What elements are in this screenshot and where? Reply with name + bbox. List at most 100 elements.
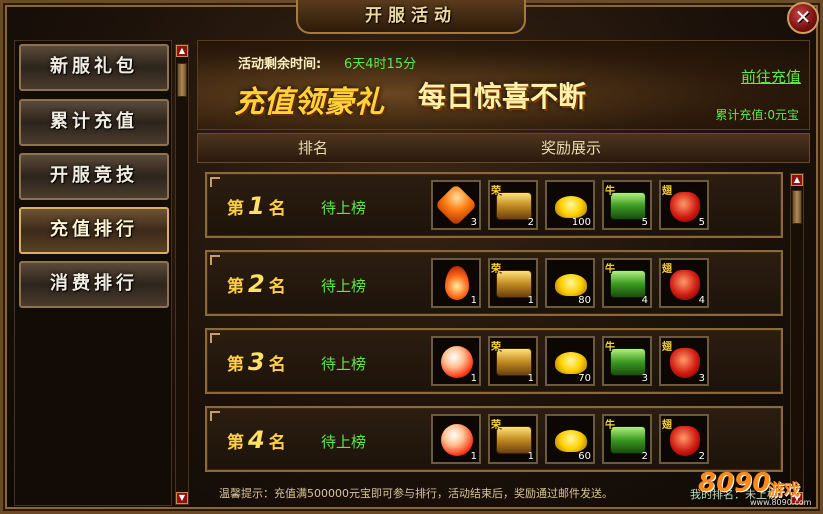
reward-item[interactable]: 牛3 <box>602 336 652 386</box>
gold-chest-icon <box>496 270 532 298</box>
rank-prefix: 第 <box>227 277 244 297</box>
gold-chest-icon <box>496 192 532 220</box>
slogan-sub: 每日惊喜不断 <box>418 80 587 113</box>
glow-orb-icon <box>441 424 473 456</box>
item-count: 2 <box>527 217 534 228</box>
watermark-number: 8090 <box>698 468 771 498</box>
item-count: 1 <box>527 451 534 462</box>
green-chest-icon <box>610 348 646 376</box>
scroll-down-icon[interactable]: ▼ <box>176 492 188 504</box>
reward-item[interactable]: 翅5 <box>659 180 709 230</box>
item-count: 3 <box>641 373 648 384</box>
rank-number: 1 <box>248 192 265 220</box>
gold-chest-icon <box>496 348 532 376</box>
reward-item[interactable]: 70 <box>545 336 595 386</box>
scroll-thumb[interactable] <box>792 190 802 224</box>
reward-item[interactable]: 荣1 <box>488 414 538 464</box>
reward-item[interactable]: 牛2 <box>602 414 652 464</box>
rank-status: 待上榜 <box>321 277 367 295</box>
red-pouch-icon <box>670 270 700 300</box>
reward-item[interactable]: 荣1 <box>488 258 538 308</box>
list-scrollbar[interactable]: ▲ ▼ <box>790 173 804 505</box>
rank-status: 待上榜 <box>321 433 367 451</box>
item-tag: 翅 <box>662 264 672 275</box>
row-corner-ornament <box>210 333 220 343</box>
reward-item[interactable]: 3 <box>431 180 481 230</box>
green-chest-icon <box>610 192 646 220</box>
rank-label: 第3名 <box>227 348 286 376</box>
green-chest-icon <box>610 426 646 454</box>
goto-recharge-link[interactable]: 前往充值 <box>741 66 801 87</box>
reward-item[interactable]: 100 <box>545 180 595 230</box>
watermark-game: 游戏 <box>768 480 801 499</box>
reward-item[interactable]: 翅4 <box>659 258 709 308</box>
sidebar-scrollbar[interactable]: ▲ ▼ <box>175 44 189 505</box>
hint-text: 温馨提示：充值满500000元宝即可参与排行，活动结束后，奖励通过邮件发送。 <box>219 487 613 500</box>
rank-label: 第4名 <box>227 426 286 454</box>
scroll-up-icon[interactable]: ▲ <box>176 45 188 57</box>
sidebar-item-new-server-pack[interactable]: 新服礼包 <box>19 44 169 91</box>
rank-number: 2 <box>248 270 265 298</box>
reward-item[interactable]: 1 <box>431 414 481 464</box>
reward-item[interactable]: 荣2 <box>488 180 538 230</box>
item-count: 1 <box>527 373 534 384</box>
rank-status: 待上榜 <box>321 355 367 373</box>
gold-ingot-icon <box>555 430 587 452</box>
item-tag: 牛 <box>605 186 615 197</box>
reward-item[interactable]: 80 <box>545 258 595 308</box>
close-button[interactable]: ✕ <box>787 2 819 34</box>
item-tag: 翅 <box>662 186 672 197</box>
rank-suffix: 名 <box>268 199 286 219</box>
item-count: 4 <box>698 295 705 306</box>
item-count: 3 <box>470 217 477 228</box>
item-tag: 翅 <box>662 420 672 431</box>
sidebar: 新服礼包 累计充值 开服竞技 充值排行 消费排行 <box>14 40 172 506</box>
gold-ingot-icon <box>555 352 587 374</box>
item-tag: 荣 <box>491 186 501 197</box>
gold-ingot-icon <box>555 274 587 296</box>
red-pouch-icon <box>670 426 700 456</box>
rank-row-3: 第 3 名待上榜 1 荣 1 70 牛 3 翅 3 <box>205 328 783 394</box>
countdown-label: 活动剩余时间: <box>238 57 322 72</box>
column-reward: 奖励展示 <box>541 139 602 157</box>
item-tag: 荣 <box>491 264 501 275</box>
rank-row-1: 第 1 名待上榜 3 荣 2 100 牛 5 翅 5 <box>205 172 783 238</box>
event-banner: 活动剩余时间: 6天4时15分 充值领豪礼 每日惊喜不断 前往充值 累计充值:0… <box>197 40 810 130</box>
glow-orb-icon <box>441 346 473 378</box>
scroll-up-icon[interactable]: ▲ <box>791 174 803 186</box>
sidebar-item-consumption-ranking[interactable]: 消费排行 <box>19 261 169 308</box>
window-title: 开服活动 <box>296 0 526 34</box>
countdown-value: 6天4时15分 <box>344 57 417 72</box>
rank-prefix: 第 <box>227 433 244 453</box>
item-count: 2 <box>641 451 648 462</box>
item-count: 1 <box>470 373 477 384</box>
scroll-thumb[interactable] <box>177 63 187 97</box>
item-count: 2 <box>698 451 705 462</box>
rank-row-2: 第 2 名待上榜 1 荣 1 80 牛 4 翅 4 <box>205 250 783 316</box>
rank-number: 3 <box>248 348 265 376</box>
rank-suffix: 名 <box>268 433 286 453</box>
sidebar-item-cumulative-recharge[interactable]: 累计充值 <box>19 99 169 146</box>
sidebar-item-recharge-ranking[interactable]: 充值排行 <box>19 207 169 254</box>
reward-item[interactable]: 翅2 <box>659 414 709 464</box>
slogan-main: 充值领豪礼 <box>234 85 384 120</box>
rank-label: 第1名 <box>227 192 286 220</box>
item-tag: 荣 <box>491 342 501 353</box>
item-count: 60 <box>578 451 591 462</box>
row-corner-ornament <box>210 411 220 421</box>
reward-item[interactable]: 牛5 <box>602 180 652 230</box>
reward-item[interactable]: 荣1 <box>488 336 538 386</box>
row-corner-ornament <box>210 255 220 265</box>
reward-item[interactable]: 60 <box>545 414 595 464</box>
reward-item[interactable]: 牛4 <box>602 258 652 308</box>
rank-row-4: 第 4 名待上榜 1 荣 1 60 牛 2 翅 2 <box>205 406 783 472</box>
reward-item[interactable]: 1 <box>431 336 481 386</box>
sidebar-item-server-competition[interactable]: 开服竞技 <box>19 153 169 200</box>
total-recharge: 累计充值:0元宝 <box>715 108 799 122</box>
reward-item[interactable]: 翅3 <box>659 336 709 386</box>
item-count: 70 <box>578 373 591 384</box>
reward-item[interactable]: 1 <box>431 258 481 308</box>
item-count: 3 <box>698 373 705 384</box>
item-count: 80 <box>578 295 591 306</box>
rank-label: 第2名 <box>227 270 286 298</box>
